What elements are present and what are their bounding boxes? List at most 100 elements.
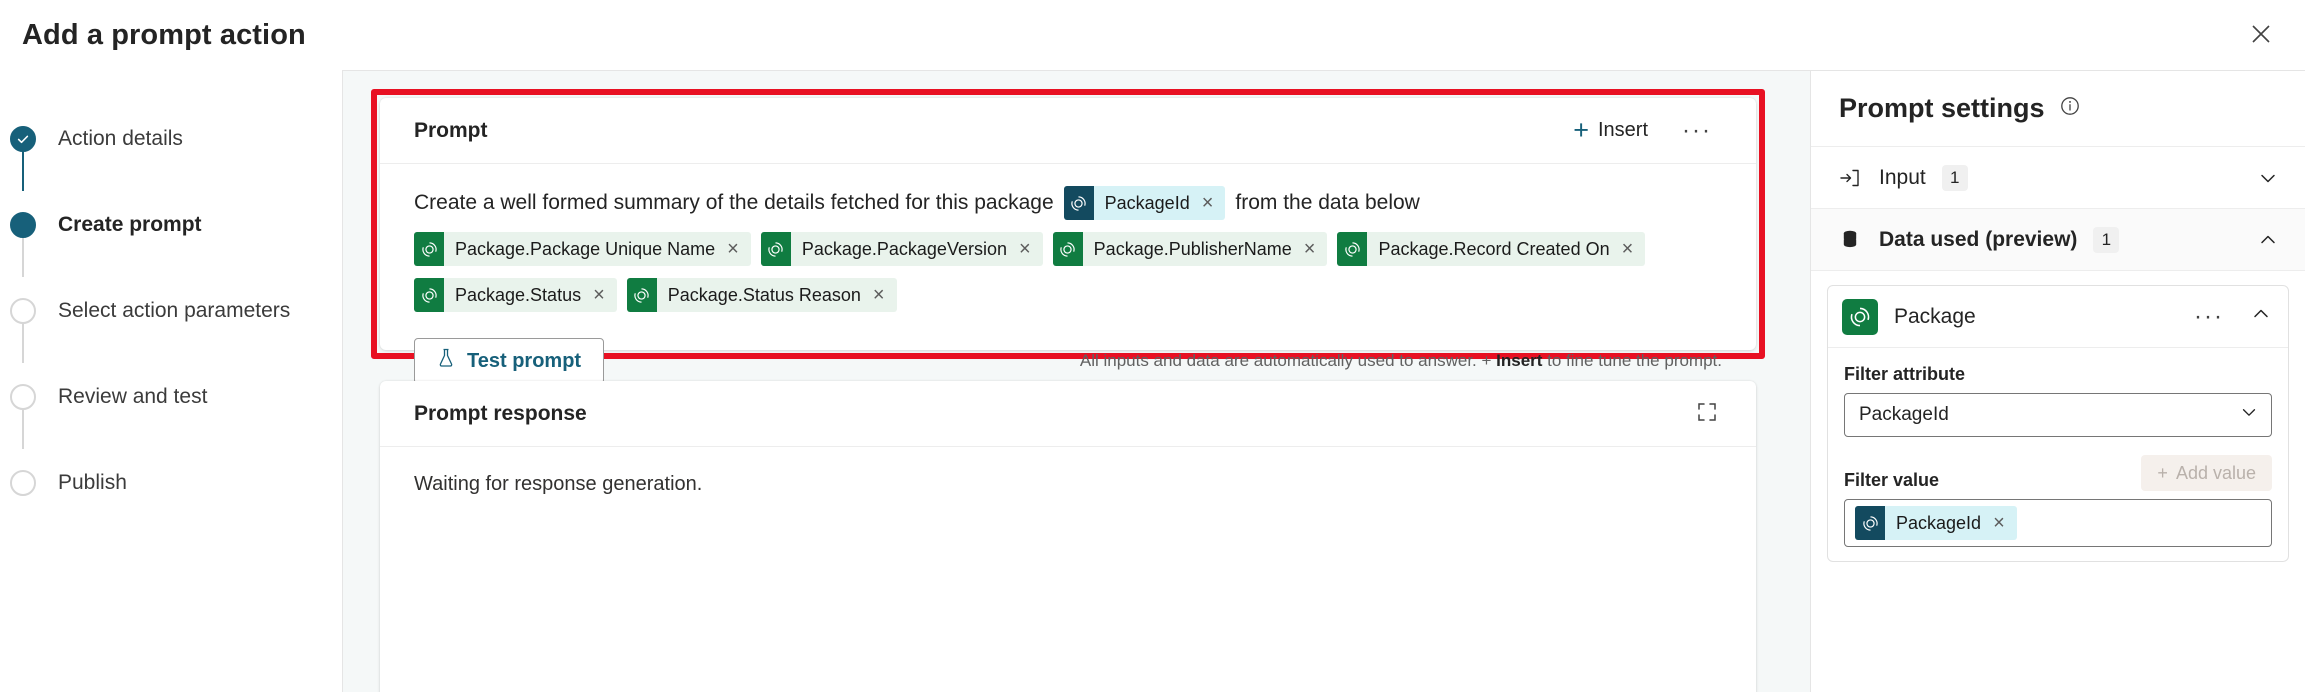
token-remove-icon[interactable]: ×: [1993, 513, 2017, 533]
flask-icon: [437, 348, 455, 374]
add-value-button[interactable]: + Add value: [2141, 455, 2272, 491]
token-publisher-name[interactable]: Package.PublisherName ×: [1052, 232, 1328, 266]
token-label: Package.Record Created On: [1378, 238, 1610, 259]
step-marker-current: [10, 212, 36, 238]
chevron-up-icon[interactable]: [2257, 229, 2279, 251]
settings-section-input[interactable]: Input 1: [1811, 147, 2305, 209]
sidebar-item-publish[interactable]: Publish: [0, 466, 342, 500]
package-more-options-button[interactable]: ···: [2182, 301, 2236, 333]
dialog-header: Add a prompt action: [0, 0, 2305, 70]
dataverse-table-icon: [1337, 232, 1368, 266]
dataverse-table-icon: [760, 232, 791, 266]
token-package-unique-name[interactable]: Package.Package Unique Name ×: [414, 232, 751, 266]
add-value-label: Add value: [2175, 462, 2256, 483]
dataverse-table-icon: [414, 232, 444, 266]
token-remove-icon[interactable]: ×: [1202, 193, 1226, 213]
expand-response-button[interactable]: [1690, 395, 1724, 432]
dataverse-table-icon: [626, 278, 657, 312]
main-canvas: Prompt + Insert ··· Create a well formed…: [342, 70, 1810, 692]
token-remove-icon[interactable]: ×: [873, 285, 897, 305]
plus-icon: +: [2157, 462, 2168, 483]
token-label: PackageId: [1104, 193, 1190, 213]
token-package-version[interactable]: Package.PackageVersion ×: [760, 232, 1043, 266]
footer-note-part2: to fine tune the prompt.: [1542, 351, 1722, 370]
filter-attribute-value: PackageId: [1859, 404, 1949, 425]
filter-value-label: Filter value: [1844, 470, 1940, 490]
close-button[interactable]: [2235, 8, 2287, 60]
step-marker-todo: [10, 470, 36, 496]
package-actions: ···: [2182, 301, 2272, 333]
token-remove-icon[interactable]: ×: [1622, 239, 1646, 259]
response-body: Waiting for response generation.: [414, 473, 703, 495]
prompt-footer-note: All inputs and data are automatically us…: [1080, 351, 1722, 371]
wizard-stepper: Action details Create prompt Select acti…: [0, 70, 342, 692]
prompt-more-options-button[interactable]: ···: [1670, 115, 1724, 147]
filter-value-token[interactable]: PackageId ×: [1855, 506, 2017, 540]
step-label: Publish: [58, 471, 127, 494]
sidebar-item-select-action-parameters[interactable]: Select action parameters: [0, 294, 342, 328]
prompt-card-footer: Test prompt All inputs and data are auto…: [380, 338, 1756, 384]
filter-value-row: Filter value + Add value: [1844, 455, 2272, 491]
settings-section-label: Data used (preview): [1879, 227, 2078, 251]
sidebar-item-review-and-test[interactable]: Review and test: [0, 380, 342, 414]
add-prompt-action-dialog: Add a prompt action Action details Creat…: [0, 0, 2305, 692]
plus-icon: +: [1573, 115, 1589, 145]
test-prompt-button[interactable]: Test prompt: [414, 338, 605, 384]
package-data-card: Package ··· Filter attribute PackageId F…: [1827, 285, 2289, 562]
close-icon: [2249, 22, 2273, 46]
chevron-down-icon[interactable]: [2257, 167, 2279, 189]
token-remove-icon[interactable]: ×: [1304, 239, 1328, 259]
filter-attribute-select[interactable]: PackageId: [1844, 393, 2272, 437]
token-label: Package.PublisherName: [1093, 238, 1292, 259]
token-remove-icon[interactable]: ×: [727, 239, 751, 259]
step-marker-todo: [10, 298, 36, 324]
prompt-card-header: Prompt + Insert ···: [380, 98, 1756, 164]
footer-note-part1: All inputs and data are automatically us…: [1079, 351, 1497, 370]
token-label: PackageId: [1896, 512, 1982, 533]
token-label: Package.PackageVersion: [801, 238, 1007, 259]
settings-section-label: Input: [1879, 165, 1926, 189]
footer-note-insert: Insert: [1496, 351, 1543, 370]
token-status[interactable]: Package.Status ×: [414, 278, 617, 312]
insert-button[interactable]: + Insert: [1563, 111, 1658, 150]
response-card-header: Prompt response: [380, 381, 1756, 447]
sidebar-item-action-details[interactable]: Action details: [0, 122, 342, 156]
page-title: Add a prompt action: [22, 18, 306, 51]
token-label: Package.Status: [455, 284, 582, 305]
settings-section-data-used[interactable]: Data used (preview) 1: [1811, 209, 2305, 271]
token-remove-icon[interactable]: ×: [1019, 239, 1043, 259]
prompt-data-tokens: Package.Package Unique Name × Package.Pa…: [414, 232, 1722, 266]
test-prompt-label: Test prompt: [467, 349, 582, 372]
dataverse-table-icon: [414, 278, 444, 312]
data-used-count-badge: 1: [2093, 226, 2120, 253]
package-entity-icon: [1063, 186, 1094, 220]
step-label: Select action parameters: [58, 299, 291, 322]
filter-value-field[interactable]: PackageId ×: [1844, 499, 2272, 547]
token-record-created-on[interactable]: Package.Record Created On ×: [1337, 232, 1646, 266]
token-packageid-inline[interactable]: PackageId ×: [1063, 186, 1226, 220]
filter-attribute-label: Filter attribute: [1844, 364, 1966, 384]
dataverse-table-icon: [1842, 298, 1878, 335]
sidebar-item-create-prompt[interactable]: Create prompt: [0, 208, 342, 242]
prompt-first-line: Create a well formed summary of the deta…: [414, 186, 1722, 220]
step-label: Create prompt: [58, 213, 202, 236]
token-remove-icon[interactable]: ×: [593, 285, 617, 305]
chevron-down-icon: [2239, 402, 2259, 428]
package-card-header: Package ···: [1828, 286, 2288, 348]
prompt-editor[interactable]: Create a well formed summary of the deta…: [380, 164, 1756, 312]
package-entity-icon: [1855, 506, 1885, 540]
prompt-text-after: from the data below: [1235, 191, 1420, 214]
step-label: Action details: [58, 127, 183, 150]
database-icon: [1837, 229, 1863, 251]
chevron-up-icon[interactable]: [2250, 303, 2272, 330]
info-icon[interactable]: [2059, 95, 2081, 122]
token-status-reason[interactable]: Package.Status Reason ×: [626, 278, 897, 312]
input-count-badge: 1: [1941, 164, 1968, 191]
prompt-response-card: Prompt response Waiting for response gen…: [380, 381, 1756, 692]
expand-icon: [1696, 401, 1718, 426]
package-card-body: Filter attribute PackageId Filter value …: [1828, 348, 2288, 561]
token-label: Package.Status Reason: [667, 284, 861, 305]
dataverse-table-icon: [1052, 232, 1083, 266]
prompt-settings-panel: Prompt settings Input 1 Data used (previ…: [1810, 70, 2305, 692]
package-name: Package: [1894, 304, 1976, 328]
